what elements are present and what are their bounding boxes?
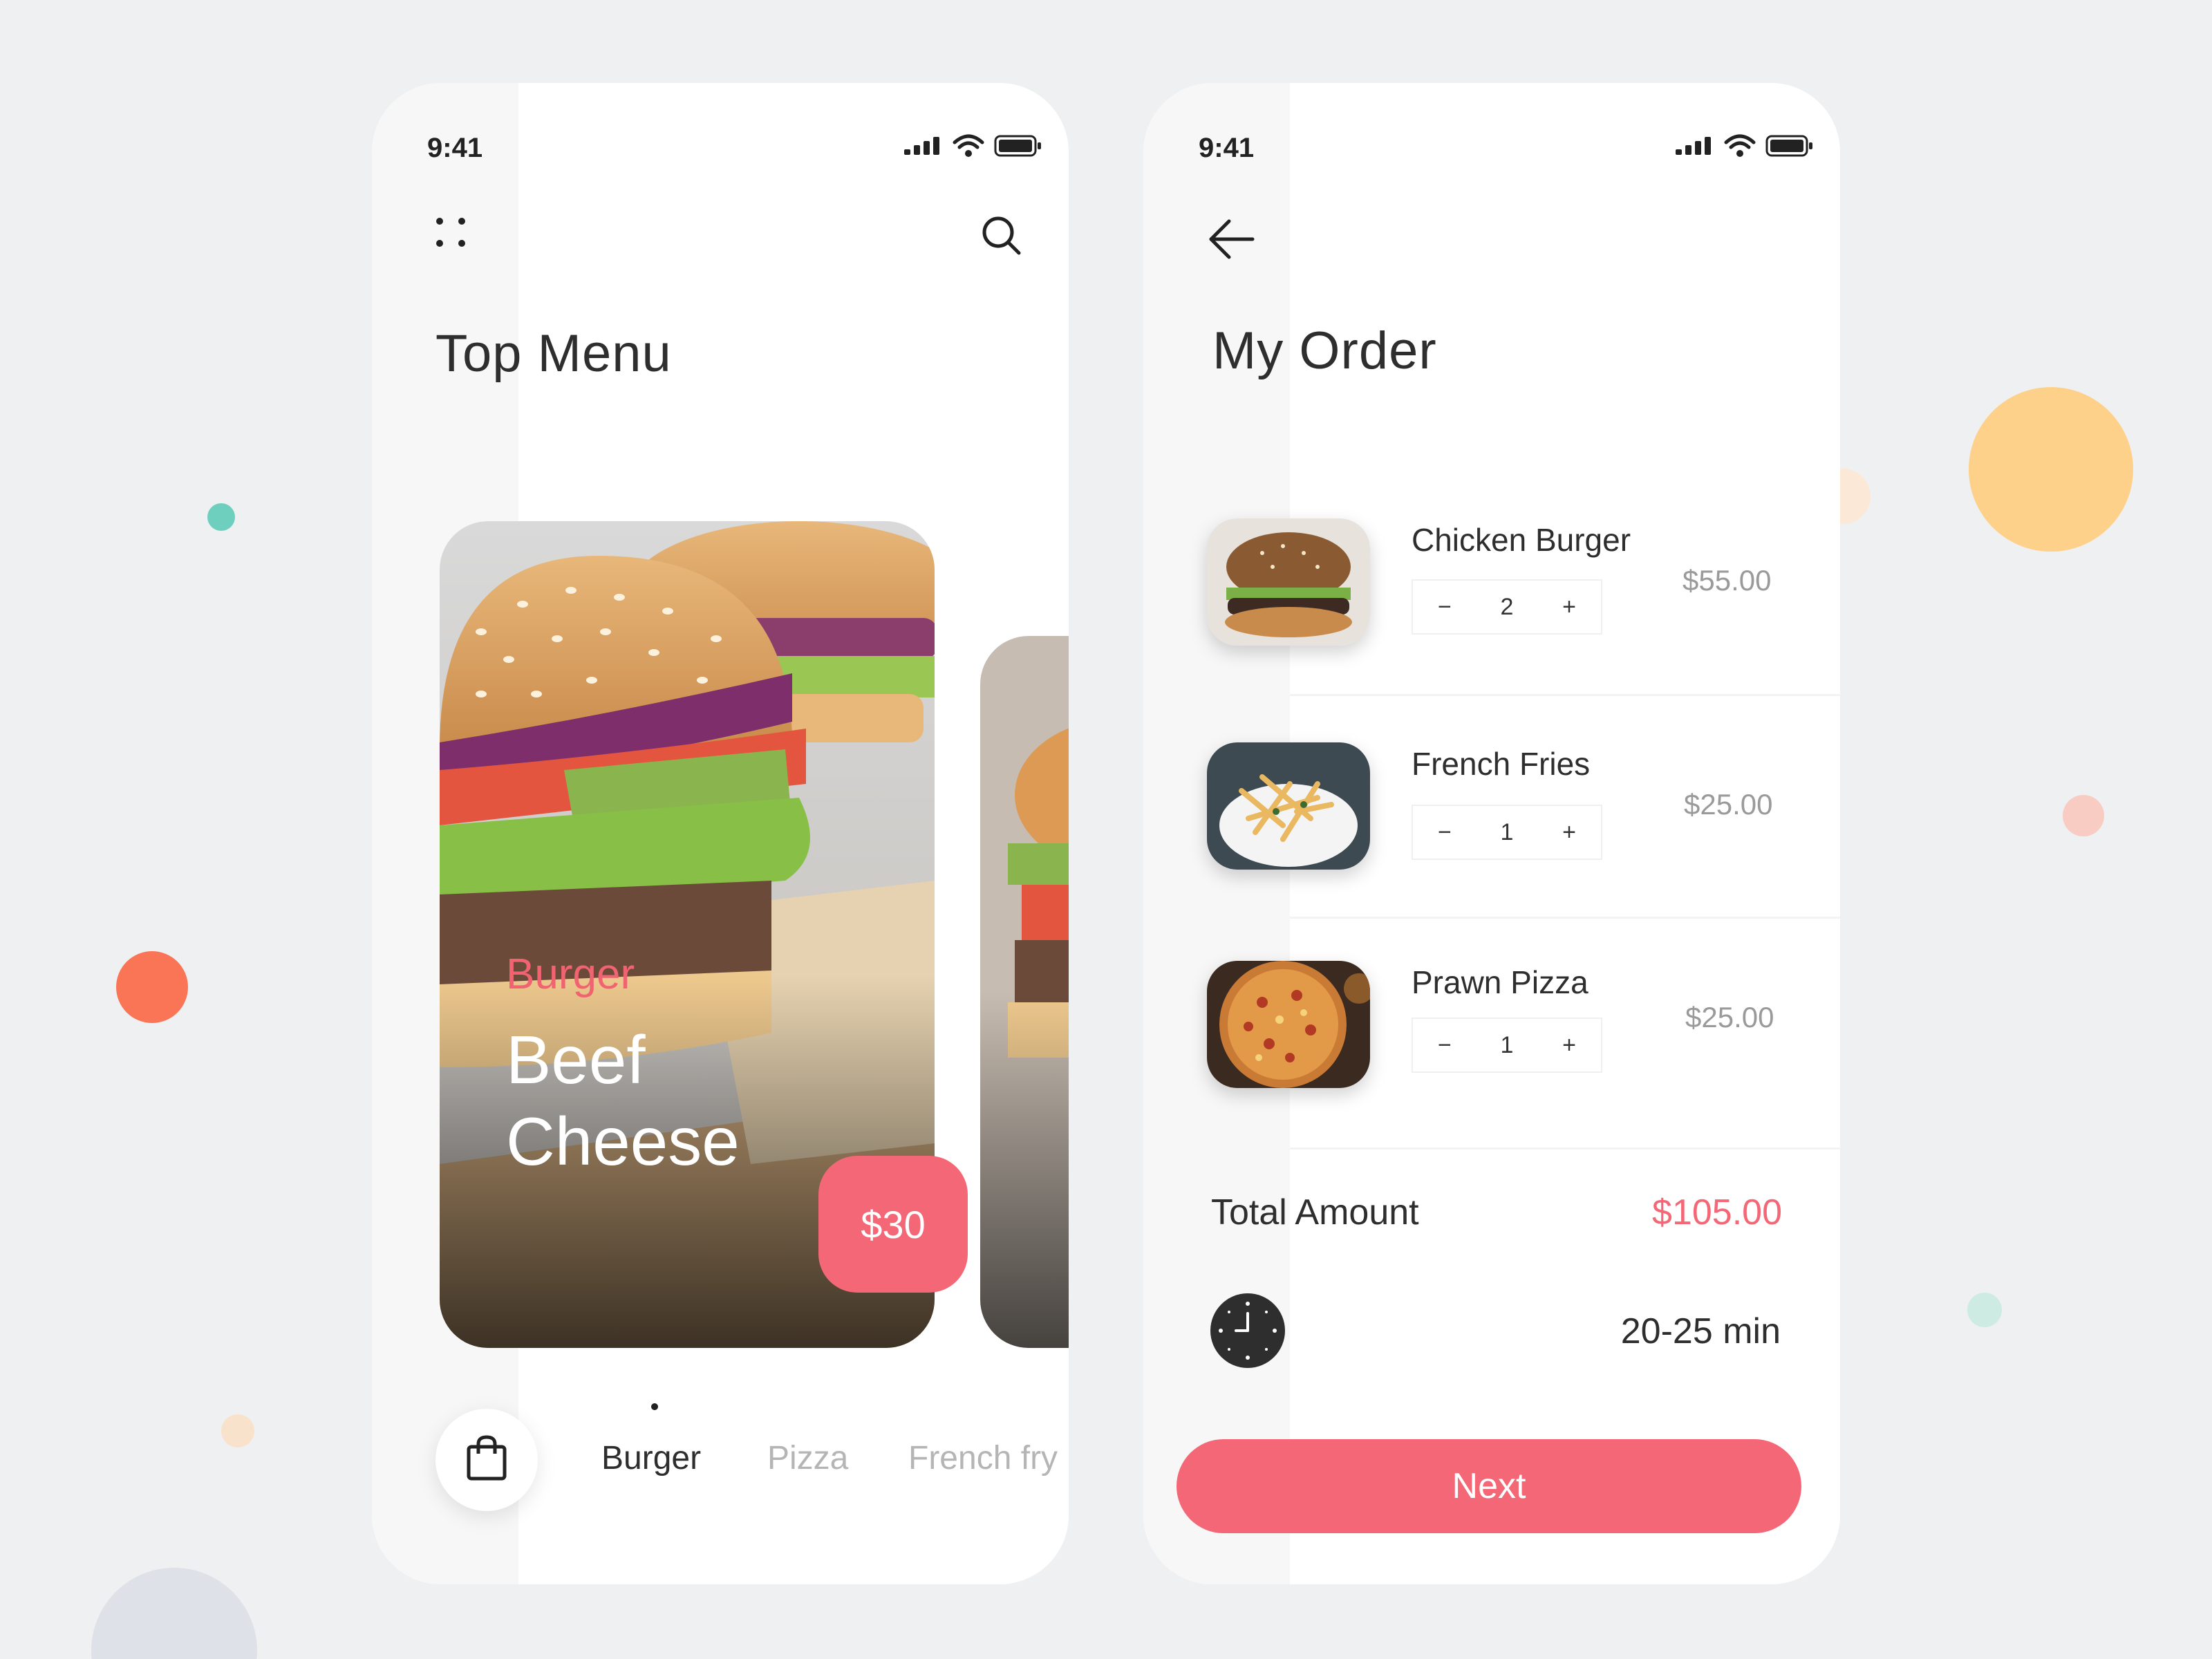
page-title: Top Menu bbox=[435, 324, 672, 383]
status-time: 9:41 bbox=[427, 133, 483, 163]
cart-button[interactable] bbox=[435, 1409, 538, 1511]
decrement-button[interactable]: − bbox=[1438, 594, 1452, 621]
phone-top-menu: 9:41 Top Menu Burger Beef Cheese $30 Bur… bbox=[372, 83, 1069, 1584]
page-title: My Order bbox=[1212, 321, 1437, 380]
divider bbox=[1290, 917, 1840, 919]
category-tab-pizza[interactable]: Pizza bbox=[767, 1439, 848, 1477]
arrow-left-icon[interactable] bbox=[1204, 212, 1259, 267]
decor-dot bbox=[1969, 387, 2133, 552]
decor-dot bbox=[221, 1414, 254, 1447]
shopping-bag-icon bbox=[465, 1434, 509, 1486]
signal-icon bbox=[903, 135, 943, 160]
delivery-time: 20-25 min bbox=[1620, 1311, 1781, 1351]
quantity-value: 1 bbox=[1500, 1031, 1514, 1058]
burger-photo-2 bbox=[980, 636, 1069, 1348]
battery-icon bbox=[1765, 135, 1814, 160]
card-category: Burger bbox=[506, 950, 635, 998]
quantity-stepper: − 1 + bbox=[1412, 1018, 1602, 1073]
active-category-dot bbox=[651, 1403, 658, 1410]
french-fries-photo bbox=[1207, 742, 1370, 870]
category-tab-french-fry[interactable]: French fry bbox=[908, 1439, 1058, 1477]
increment-button[interactable]: + bbox=[1562, 594, 1576, 621]
clock-icon bbox=[1210, 1293, 1286, 1369]
price-badge[interactable]: $30 bbox=[818, 1156, 968, 1293]
quantity-value: 1 bbox=[1500, 818, 1514, 845]
category-tab-burger[interactable]: Burger bbox=[601, 1439, 701, 1477]
item-price: $55.00 bbox=[1683, 564, 1772, 597]
grid-dots-icon[interactable] bbox=[431, 212, 473, 253]
wifi-icon bbox=[1724, 134, 1756, 161]
item-name: French Fries bbox=[1412, 746, 1591, 782]
total-label: Total Amount bbox=[1211, 1192, 1419, 1232]
divider bbox=[1290, 1147, 1840, 1150]
item-name: Chicken Burger bbox=[1412, 522, 1631, 558]
status-bar: 9:41 bbox=[1143, 111, 1840, 180]
card-title-line1: Beef bbox=[506, 1022, 646, 1098]
quantity-value: 2 bbox=[1500, 593, 1514, 620]
decor-dot bbox=[116, 951, 188, 1023]
decor-dot bbox=[207, 503, 235, 531]
increment-button[interactable]: + bbox=[1562, 819, 1576, 846]
search-icon[interactable] bbox=[977, 212, 1026, 260]
decrement-button[interactable]: − bbox=[1438, 1032, 1452, 1059]
menu-card-next[interactable] bbox=[980, 636, 1069, 1348]
card-title-line2: Cheese bbox=[506, 1103, 740, 1179]
quantity-stepper: − 2 + bbox=[1412, 579, 1602, 635]
next-button[interactable]: Next bbox=[1177, 1439, 1801, 1533]
status-time: 9:41 bbox=[1199, 133, 1255, 163]
item-name: Prawn Pizza bbox=[1412, 964, 1588, 1000]
total-value: $105.00 bbox=[1652, 1192, 1782, 1232]
decrement-button[interactable]: − bbox=[1438, 819, 1452, 846]
item-price: $25.00 bbox=[1684, 788, 1773, 821]
divider bbox=[1290, 694, 1840, 696]
wifi-icon bbox=[953, 134, 984, 161]
decor-dot bbox=[2063, 795, 2104, 836]
item-price: $25.00 bbox=[1685, 1001, 1774, 1033]
signal-icon bbox=[1674, 135, 1714, 160]
increment-button[interactable]: + bbox=[1562, 1032, 1576, 1059]
battery-icon bbox=[994, 135, 1042, 160]
decor-dot bbox=[91, 1568, 257, 1659]
quantity-stepper: − 1 + bbox=[1412, 805, 1602, 860]
phone-my-order: 9:41 My Order Chicken Burger − 2 + $55.0… bbox=[1143, 83, 1840, 1584]
prawn-pizza-photo bbox=[1207, 961, 1370, 1088]
status-bar: 9:41 bbox=[372, 111, 1069, 180]
decor-dot bbox=[1967, 1293, 2002, 1327]
chicken-burger-photo bbox=[1207, 518, 1370, 646]
